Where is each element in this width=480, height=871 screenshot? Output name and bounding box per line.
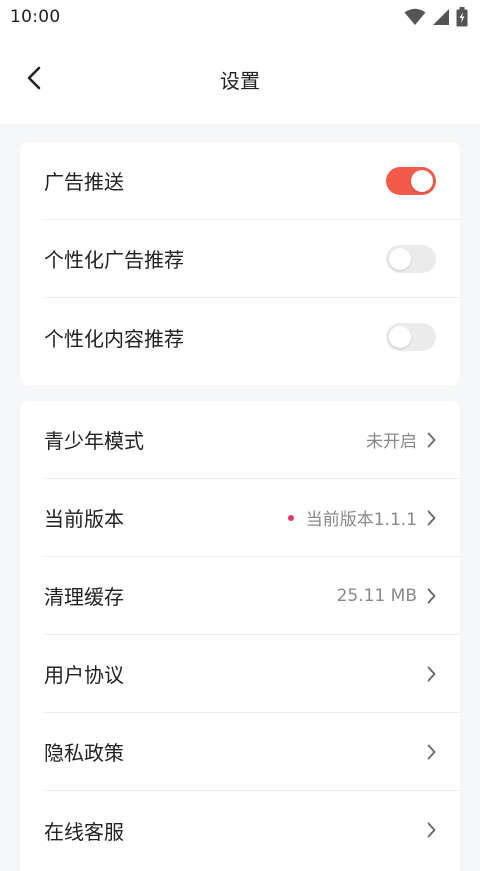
menu-value: 当前版本1.1.1 [305, 510, 417, 530]
menu-label: 隐私政策 [44, 741, 124, 765]
personalized-content-toggle[interactable] [386, 323, 436, 351]
status-icons [404, 7, 468, 27]
status-bar: 10:00 [0, 0, 480, 34]
menu-right [427, 666, 436, 682]
chevron-right-icon [427, 822, 436, 838]
menu-item-privacy-policy[interactable]: 隐私政策 [44, 713, 460, 791]
nav-bar: 设置 [0, 34, 480, 124]
chevron-right-icon [427, 510, 436, 526]
setting-row-ad-push: 广告推送 [44, 142, 460, 220]
menu-label: 在线客服 [44, 819, 124, 844]
menu-item-customer-service[interactable]: 在线客服 [44, 791, 460, 869]
menu-item-version[interactable]: 当前版本 当前版本1.1.1 [44, 479, 460, 557]
page-title: 设置 [220, 68, 260, 93]
menu-item-user-agreement[interactable]: 用户协议 [44, 635, 460, 713]
menu-right: 当前版本1.1.1 [287, 505, 436, 530]
signal-icon [432, 8, 450, 26]
menu-right [427, 822, 436, 838]
toggle-knob [389, 326, 411, 348]
toggle-knob [389, 247, 411, 270]
back-arrow-icon [27, 66, 41, 94]
chevron-right-icon [427, 666, 436, 682]
menu-value: 未开启 [366, 432, 417, 452]
menu-label: 青少年模式 [44, 429, 144, 453]
ad-push-toggle[interactable] [386, 166, 436, 195]
setting-label: 个性化内容推荐 [44, 326, 184, 351]
status-time: 10:00 [10, 7, 61, 27]
menu-label: 当前版本 [44, 507, 124, 531]
back-button[interactable] [16, 62, 52, 98]
menu-right [427, 744, 436, 760]
menu-value: 25.11 MB [336, 585, 417, 606]
wifi-icon [404, 8, 426, 26]
ad-settings-card: 广告推送 个性化广告推荐 个性化内容推荐 [20, 142, 460, 385]
setting-label: 个性化广告推荐 [44, 248, 184, 272]
setting-label: 广告推送 [44, 170, 124, 194]
personalized-ads-toggle[interactable] [386, 244, 436, 273]
chevron-right-icon [427, 588, 436, 604]
menu-item-teen-mode[interactable]: 青少年模式 未开启 [44, 401, 460, 479]
battery-icon [456, 7, 468, 27]
chevron-right-icon [427, 744, 436, 760]
menu-right: 25.11 MB [337, 586, 436, 606]
update-badge-dot [287, 514, 294, 521]
chevron-right-icon [427, 432, 436, 448]
menu-card: 青少年模式 未开启 当前版本 当前版本1.1.1 清理缓存 25.11 MB 用… [20, 401, 460, 871]
menu-item-clear-cache[interactable]: 清理缓存 25.11 MB [44, 557, 460, 635]
menu-label: 用户协议 [44, 663, 124, 687]
setting-row-personalized-ads: 个性化广告推荐 [44, 220, 460, 298]
toggle-knob [411, 169, 433, 192]
menu-label: 清理缓存 [44, 585, 124, 609]
setting-row-personalized-content: 个性化内容推荐 [44, 298, 460, 376]
menu-right: 未开启 [366, 427, 436, 452]
